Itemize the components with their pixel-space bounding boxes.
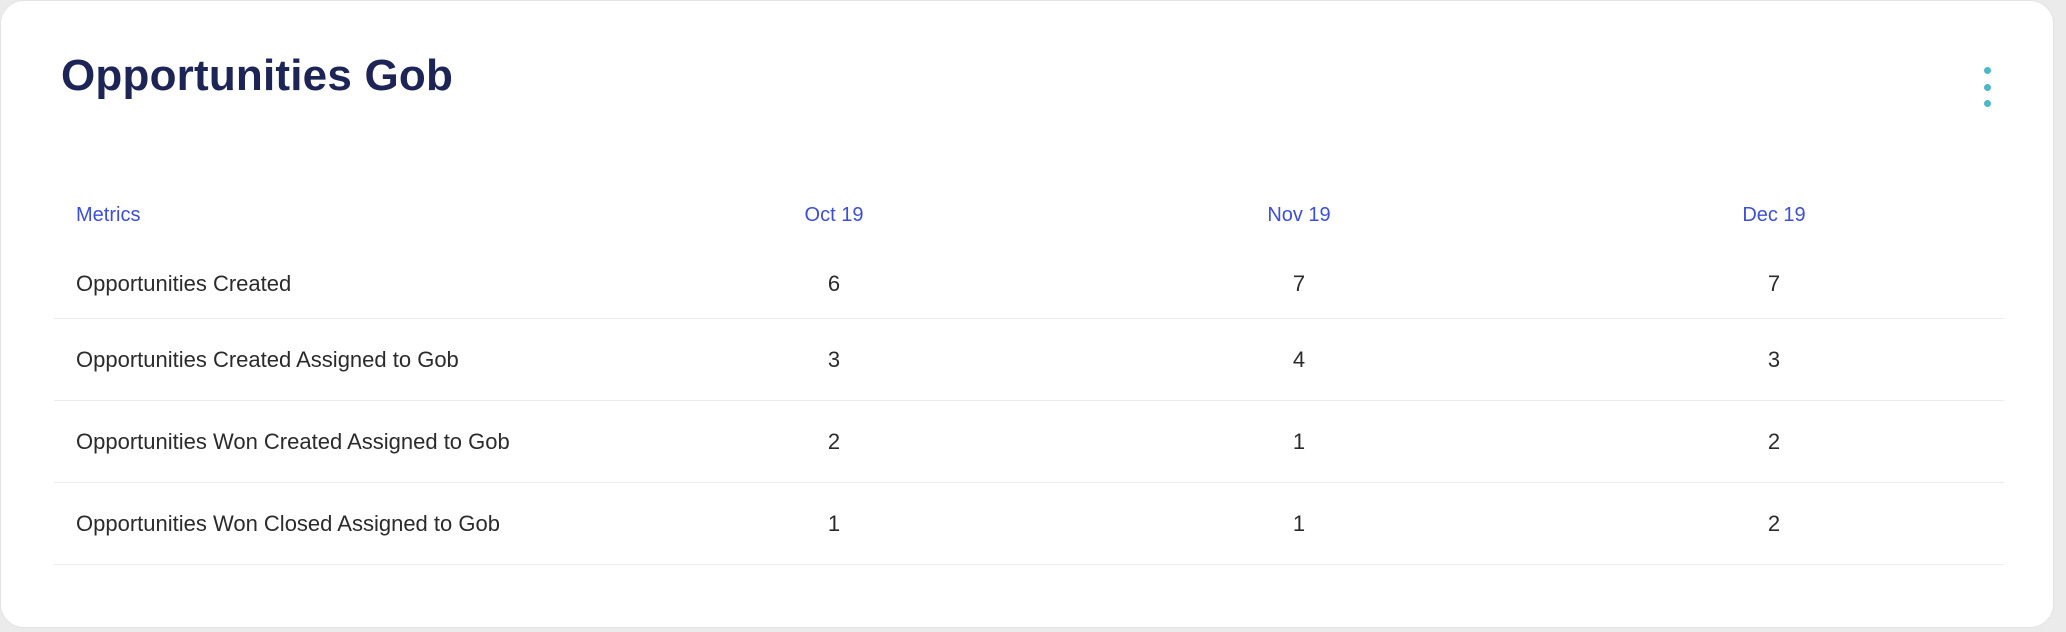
metric-value: 1 <box>1054 400 1544 483</box>
metric-value: 1 <box>1054 482 1544 565</box>
more-vertical-icon <box>1983 67 1991 74</box>
metric-value: 3 <box>1544 318 2004 401</box>
metric-value: 4 <box>1054 318 1544 401</box>
metric-value: 7 <box>1054 249 1544 319</box>
card-title: Opportunities Gob <box>61 51 454 100</box>
column-header-oct-19[interactable]: Oct 19 <box>614 181 1054 249</box>
metric-name: Opportunities Created <box>54 249 614 319</box>
metric-value: 7 <box>1544 249 2004 319</box>
table-row: Opportunities Created 6 7 7 <box>54 249 2004 319</box>
table-row: Opportunities Won Created Assigned to Go… <box>54 400 2004 483</box>
column-header-dec-19[interactable]: Dec 19 <box>1544 181 2004 249</box>
column-header-nov-19[interactable]: Nov 19 <box>1054 181 1544 249</box>
metrics-table: Metrics Oct 19 Nov 19 Dec 19 Opportuniti… <box>54 181 2004 565</box>
metric-value: 2 <box>1544 400 2004 483</box>
metric-name: Opportunities Won Created Assigned to Go… <box>54 400 614 483</box>
metric-name: Opportunities Created Assigned to Gob <box>54 318 614 401</box>
metric-value: 3 <box>614 318 1054 401</box>
table-row: Opportunities Created Assigned to Gob 3 … <box>54 318 2004 401</box>
more-options-button[interactable] <box>1975 67 1999 107</box>
metric-value: 2 <box>614 400 1054 483</box>
metric-value: 6 <box>614 249 1054 319</box>
column-header-metrics[interactable]: Metrics <box>54 181 614 249</box>
table-header-row: Metrics Oct 19 Nov 19 Dec 19 <box>54 181 2004 249</box>
more-vertical-icon <box>1983 83 1991 91</box>
more-vertical-icon <box>1983 100 1991 107</box>
metric-value: 1 <box>614 482 1054 565</box>
table-row: Opportunities Won Closed Assigned to Gob… <box>54 482 2004 565</box>
opportunities-card: Opportunities Gob Metrics Oct 19 Nov 19 … <box>0 0 2054 628</box>
metric-name: Opportunities Won Closed Assigned to Gob <box>54 482 614 565</box>
metric-value: 2 <box>1544 482 2004 565</box>
